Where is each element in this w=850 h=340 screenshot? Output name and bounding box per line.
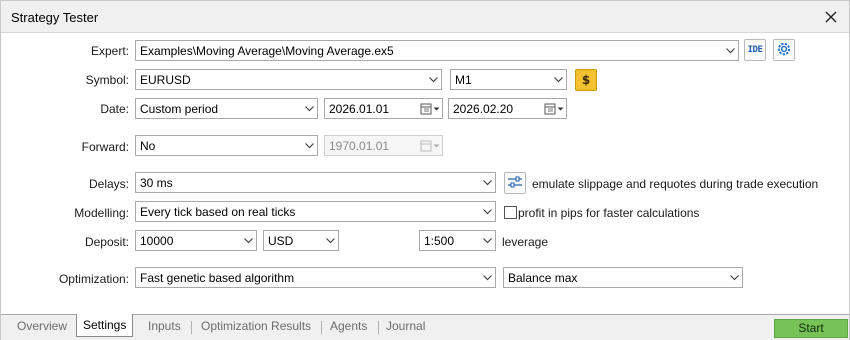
- forward-value: No: [140, 138, 156, 153]
- tab-settings[interactable]: Settings: [76, 314, 134, 337]
- chevron-down-icon: [726, 268, 742, 287]
- symbol-value: EURUSD: [140, 72, 191, 87]
- symbol-label: Symbol:: [85, 73, 129, 87]
- timeframe-value: M1: [455, 72, 472, 87]
- optimization-value: Fast genetic based algorithm: [140, 270, 295, 285]
- chevron-down-icon: [301, 136, 317, 155]
- tab-agents[interactable]: Agents: [324, 317, 373, 337]
- timeframe-dropdown[interactable]: M1: [450, 69, 567, 90]
- optimization-label: Optimization:: [58, 272, 129, 286]
- optimization-criterion-value: Balance max: [508, 270, 578, 285]
- chevron-down-icon: [425, 70, 441, 89]
- chevron-down-icon: [479, 202, 495, 221]
- currency-value: USD: [268, 233, 294, 248]
- profit-in-pips-checkbox[interactable]: [504, 206, 517, 219]
- delays-dropdown[interactable]: 30 ms: [135, 172, 496, 193]
- title-bar: Strategy Tester: [1, 1, 849, 33]
- expert-value: Examples\Moving Average\Moving Average.e…: [140, 43, 394, 58]
- tab-overview[interactable]: Overview: [11, 317, 73, 337]
- date-from-field[interactable]: 2026.01.01: [324, 98, 443, 119]
- deposit-label: Deposit:: [84, 235, 129, 249]
- chevron-down-icon: [322, 231, 338, 250]
- strategy-tester-window: Strategy Tester Expert: Examples\Moving …: [0, 0, 850, 340]
- calendar-icon: [418, 136, 442, 155]
- emulate-slippage-text: emulate slippage and requotes during tra…: [532, 177, 819, 191]
- tab-separator: [191, 321, 192, 334]
- ide-button[interactable]: IDE: [744, 39, 766, 61]
- gear-icon: [776, 41, 792, 60]
- start-button[interactable]: Start: [774, 319, 848, 338]
- tab-separator: [321, 321, 322, 334]
- chevron-down-icon: [479, 173, 495, 192]
- forward-date-value: 1970.01.01: [329, 138, 390, 153]
- currency-dropdown[interactable]: USD: [263, 230, 339, 251]
- forward-date-field: 1970.01.01: [324, 135, 443, 156]
- delays-value: 30 ms: [140, 175, 173, 190]
- tab-inputs[interactable]: Inputs: [142, 317, 187, 337]
- sliders-icon: [507, 175, 523, 192]
- date-label: Date:: [100, 102, 129, 116]
- expert-label: Expert:: [90, 44, 129, 58]
- date-from-value: 2026.01.01: [329, 101, 390, 116]
- expert-dropdown[interactable]: Examples\Moving Average\Moving Average.e…: [135, 40, 739, 61]
- chevron-down-icon: [479, 268, 495, 287]
- tab-separator: [378, 321, 379, 334]
- svg-text:$: $: [582, 73, 590, 86]
- date-to-value: 2026.02.20: [453, 101, 514, 116]
- leverage-value: 1:500: [424, 233, 455, 248]
- calendar-icon[interactable]: [418, 99, 442, 118]
- deposit-value: 10000: [140, 233, 174, 248]
- symbol-specification-button[interactable]: $: [575, 69, 597, 91]
- optimization-criterion-dropdown[interactable]: Balance max: [503, 267, 743, 288]
- modelling-dropdown[interactable]: Every tick based on real ticks: [135, 201, 496, 222]
- profit-in-pips-text: profit in pips for faster calculations: [518, 206, 700, 220]
- forward-dropdown[interactable]: No: [135, 135, 318, 156]
- deposit-dropdown[interactable]: 10000: [135, 230, 257, 251]
- settings-gear-button[interactable]: [773, 39, 795, 61]
- forward-label: Forward:: [81, 140, 129, 154]
- date-mode-value: Custom period: [140, 101, 219, 116]
- leverage-text: leverage: [502, 235, 549, 249]
- dollar-icon: $: [580, 72, 592, 89]
- tab-journal[interactable]: Journal: [380, 317, 431, 337]
- delays-label: Delays:: [88, 177, 129, 191]
- calendar-icon[interactable]: [542, 99, 566, 118]
- chevron-down-icon: [722, 41, 738, 60]
- chevron-down-icon: [301, 99, 317, 118]
- chevron-down-icon: [240, 231, 256, 250]
- chevron-down-icon: [479, 231, 495, 250]
- date-to-field[interactable]: 2026.02.20: [448, 98, 567, 119]
- close-icon[interactable]: [821, 7, 841, 27]
- date-mode-dropdown[interactable]: Custom period: [135, 98, 318, 119]
- chevron-down-icon: [550, 70, 566, 89]
- bottom-tab-bar: Overview Settings Inputs Optimization Re…: [1, 314, 849, 340]
- symbol-dropdown[interactable]: EURUSD: [135, 69, 442, 90]
- window-title: Strategy Tester: [11, 10, 99, 25]
- modelling-value: Every tick based on real ticks: [140, 204, 296, 219]
- optimization-dropdown[interactable]: Fast genetic based algorithm: [135, 267, 496, 288]
- delay-settings-button[interactable]: [504, 172, 526, 194]
- tab-optimization-results[interactable]: Optimization Results: [195, 317, 317, 337]
- modelling-label: Modelling:: [74, 206, 129, 220]
- leverage-dropdown[interactable]: 1:500: [419, 230, 496, 251]
